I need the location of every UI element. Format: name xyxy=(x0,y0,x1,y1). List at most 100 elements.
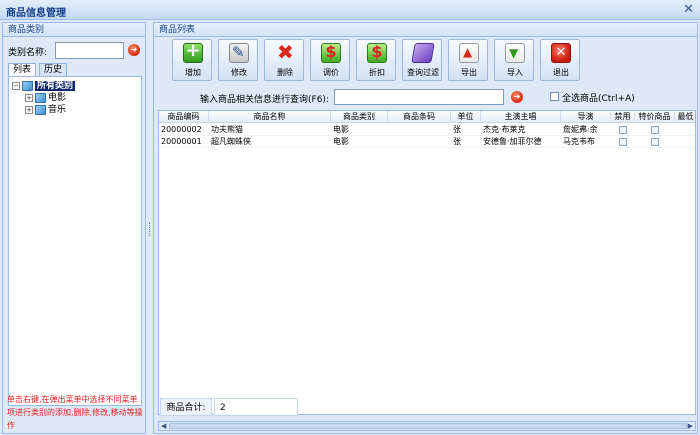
column-header[interactable]: 最低 xyxy=(675,111,695,123)
table-cell: 超凡蜘蛛侠 xyxy=(211,137,251,146)
exit-icon xyxy=(551,43,571,63)
category-hint-text: 单击右键,在弹出菜单中选择不同菜单项进行类别的添加,删除,修改,移动等操作 xyxy=(7,395,143,430)
window-title: 商品信息管理 xyxy=(6,8,66,19)
tree-node-movie[interactable]: + 电影 xyxy=(25,92,66,104)
table-header: 商品编码 商品名称 商品类别 商品条码 单位 主演主唱 导演 禁用 特价商品 最… xyxy=(159,111,695,123)
table-cell: 杰克·布莱克 xyxy=(483,125,526,134)
edit-button-label: 修改 xyxy=(231,68,247,77)
category-panel: 商品类别 类别名称: ➜ 列表 历史 − 所有类别 + 电影 + 音乐 单击右键,在弹… xyxy=(2,22,146,434)
product-panel: 商品列表 增加 修改 删除 调价 折扣 查询过滤 导出 导入 退出 输入商品相关… xyxy=(153,22,698,434)
edit-button[interactable]: 修改 xyxy=(218,39,258,81)
import-button-label: 导入 xyxy=(507,68,523,77)
horizontal-scrollbar[interactable]: ◀ ▶ xyxy=(158,421,696,431)
filter-button-label: 查询过滤 xyxy=(407,68,439,77)
export-icon xyxy=(459,43,479,63)
column-header[interactable]: 主演主唱 xyxy=(481,111,561,123)
special-price-checkbox[interactable] xyxy=(651,126,659,134)
filter-button[interactable]: 查询过滤 xyxy=(402,39,442,81)
tree-node-root[interactable]: − 所有类别 xyxy=(12,80,76,92)
table-cell: 20000002 xyxy=(161,125,202,134)
table-cell xyxy=(388,124,451,136)
delete-icon xyxy=(275,40,295,64)
column-header[interactable]: 商品条码 xyxy=(388,111,451,123)
tree-node-music[interactable]: + 音乐 xyxy=(25,104,66,116)
table-cell: 电影 xyxy=(333,125,349,134)
filter-icon xyxy=(411,43,435,63)
table-cell: 安德鲁·加菲尔德 xyxy=(483,137,542,146)
panel-splitter[interactable] xyxy=(148,22,152,434)
product-panel-title: 商品列表 xyxy=(154,23,697,37)
select-all-checkbox[interactable] xyxy=(550,92,559,101)
delete-button-label: 删除 xyxy=(277,68,293,77)
window-titlebar: 商品信息管理 ✕ xyxy=(0,0,700,20)
collapse-icon[interactable]: − xyxy=(12,81,20,90)
import-button[interactable]: 导入 xyxy=(494,39,534,81)
money-icon xyxy=(367,42,387,63)
search-row: 输入商品相关信息进行查询(F6): ➜ 全选商品(Ctrl+A) xyxy=(154,89,699,107)
category-name-row: 类别名称: ➜ xyxy=(8,42,142,60)
column-header[interactable]: 导演 xyxy=(561,111,611,123)
tab-history[interactable]: 历史 xyxy=(39,63,67,77)
search-input[interactable] xyxy=(334,89,504,105)
money-icon xyxy=(321,42,341,63)
table-cell: 马克韦布 xyxy=(563,137,595,146)
search-label: 输入商品相关信息进行查询(F6): xyxy=(200,95,329,105)
scrollbar-thumb[interactable] xyxy=(169,423,687,429)
table-footer: 商品合计: 2 xyxy=(158,396,696,418)
table-cell: 张 xyxy=(453,137,461,146)
column-header[interactable]: 单位 xyxy=(451,111,481,123)
table-cell: 电影 xyxy=(333,137,349,146)
table-cell: 功夫熊猫 xyxy=(211,125,243,134)
table-row[interactable]: 20000002 功夫熊猫 电影 张 杰克·布莱克 詹妮弗·余 xyxy=(159,124,695,136)
category-search-icon[interactable]: ➜ xyxy=(128,44,140,56)
folder-icon xyxy=(35,104,46,115)
table-cell: 20000001 xyxy=(161,137,202,146)
adjust-price-button-label: 调价 xyxy=(323,68,339,77)
splitter-grip[interactable] xyxy=(149,222,151,236)
export-button-label: 导出 xyxy=(461,68,477,77)
export-button[interactable]: 导出 xyxy=(448,39,488,81)
category-name-input[interactable] xyxy=(55,42,124,59)
adjust-price-button[interactable]: 调价 xyxy=(310,39,350,81)
category-name-label: 类别名称: xyxy=(8,48,48,58)
category-tree: − 所有类别 + 电影 + 音乐 xyxy=(8,76,142,406)
scroll-left-icon[interactable]: ◀ xyxy=(161,422,166,431)
tree-node-label: 电影 xyxy=(48,93,67,103)
folder-icon xyxy=(35,92,46,103)
delete-button[interactable]: 删除 xyxy=(264,39,304,81)
exit-button-label: 退出 xyxy=(553,68,569,77)
import-icon xyxy=(505,43,525,63)
tree-node-label: 所有类别 xyxy=(35,81,76,91)
total-label: 商品合计: xyxy=(160,398,212,416)
add-icon xyxy=(183,40,203,63)
expand-icon[interactable]: + xyxy=(25,105,33,114)
disabled-checkbox[interactable] xyxy=(619,138,627,146)
column-header[interactable]: 商品类别 xyxy=(331,111,388,123)
column-header[interactable]: 商品名称 xyxy=(209,111,331,123)
add-button-label: 增加 xyxy=(185,68,201,77)
column-header[interactable]: 商品编码 xyxy=(159,111,209,123)
product-table: 商品编码 商品名称 商品类别 商品条码 单位 主演主唱 导演 禁用 特价商品 最… xyxy=(158,110,696,415)
discount-button-label: 折扣 xyxy=(369,68,385,77)
table-cell xyxy=(388,136,451,148)
expand-icon[interactable]: + xyxy=(25,93,33,102)
discount-button[interactable]: 折扣 xyxy=(356,39,396,81)
category-panel-title: 商品类别 xyxy=(3,23,145,37)
exit-button[interactable]: 退出 xyxy=(540,39,580,81)
scroll-right-icon[interactable]: ▶ xyxy=(688,422,693,431)
close-icon[interactable]: ✕ xyxy=(683,2,694,17)
column-header[interactable]: 特价商品 xyxy=(635,111,675,123)
table-row[interactable]: 20000001 超凡蜘蛛侠 电影 张 安德鲁·加菲尔德 马克韦布 xyxy=(159,136,695,148)
special-price-checkbox[interactable] xyxy=(651,138,659,146)
disabled-checkbox[interactable] xyxy=(619,126,627,134)
edit-icon xyxy=(229,43,249,63)
folder-icon xyxy=(22,80,33,91)
select-all-label: 全选商品(Ctrl+A) xyxy=(562,94,635,104)
table-cell: 詹妮弗·余 xyxy=(563,125,598,134)
table-cell: 张 xyxy=(453,125,461,134)
column-header[interactable]: 禁用 xyxy=(611,111,635,123)
tree-node-label: 音乐 xyxy=(48,105,67,115)
add-button[interactable]: 增加 xyxy=(172,39,212,81)
total-value: 2 xyxy=(214,398,298,416)
search-icon[interactable]: ➜ xyxy=(511,91,523,103)
